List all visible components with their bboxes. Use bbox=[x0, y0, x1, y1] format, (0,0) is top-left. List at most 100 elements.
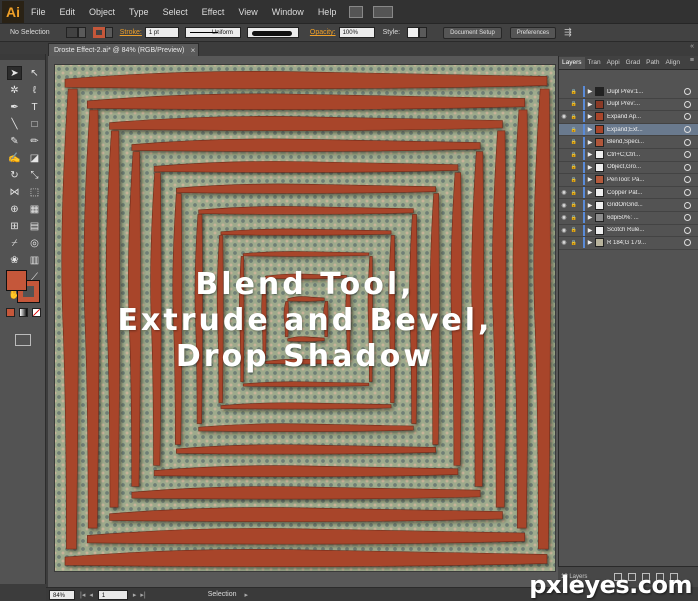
brush-definition-select[interactable] bbox=[246, 27, 299, 38]
stroke-profile-select[interactable]: Uniform bbox=[184, 27, 241, 38]
layer-name[interactable]: Scotch Rule... bbox=[604, 227, 684, 233]
menu-file[interactable]: File bbox=[24, 7, 53, 17]
layer-name[interactable]: Expand;Ext... bbox=[604, 127, 684, 133]
target-circle-icon[interactable] bbox=[684, 88, 691, 96]
target-circle-icon[interactable] bbox=[684, 189, 691, 197]
opacity-field[interactable]: 100% bbox=[338, 27, 375, 38]
arrange-panel-icon[interactable]: ⇶ bbox=[564, 27, 572, 38]
tab-transparency[interactable]: Tran bbox=[585, 57, 604, 69]
layer-name[interactable]: 6dpi50%: ... bbox=[604, 215, 684, 221]
none-mode-icon[interactable] bbox=[32, 308, 41, 317]
bridge-icon[interactable] bbox=[349, 5, 364, 18]
target-circle-icon[interactable] bbox=[684, 226, 691, 234]
arrange-documents-icon[interactable] bbox=[373, 5, 394, 18]
expand-layer-icon[interactable]: ▶ bbox=[585, 88, 595, 95]
eraser-tool-icon[interactable]: ◪ bbox=[27, 151, 42, 165]
gradient-tool-icon[interactable]: ▤ bbox=[27, 219, 42, 233]
target-circle-icon[interactable] bbox=[684, 151, 691, 159]
visibility-eye-icon[interactable]: ◉ bbox=[559, 189, 569, 196]
layer-name[interactable]: Dupl Prev:... bbox=[604, 101, 684, 107]
layer-row[interactable]: 🔒 ▶ Expand;Ext... bbox=[559, 123, 698, 137]
expand-layer-icon[interactable]: ▶ bbox=[585, 101, 595, 108]
layer-row[interactable]: 🔒 ▶ Dupl Prev:1... bbox=[559, 86, 698, 99]
lock-icon[interactable]: 🔒 bbox=[569, 227, 579, 233]
visibility-eye-icon[interactable]: ◉ bbox=[559, 202, 569, 209]
menu-type[interactable]: Type bbox=[122, 7, 156, 17]
layer-row[interactable]: ◉ 🔒 ▶ GridOnGrid... bbox=[559, 199, 698, 212]
blob-brush-tool-icon[interactable]: ✍ bbox=[7, 151, 22, 165]
layer-row[interactable]: 🔒 ▶ Blend,Speci... bbox=[559, 136, 698, 149]
visibility-eye-icon[interactable]: ◉ bbox=[559, 227, 569, 234]
document-setup-button[interactable]: Document Setup bbox=[443, 26, 502, 39]
column-graph-tool-icon[interactable]: ▥ bbox=[27, 253, 42, 267]
layer-row[interactable]: ◉ 🔒 ▶ 6dpi50%: ... bbox=[559, 212, 698, 225]
layer-row[interactable]: ◉ 🔒 ▶ Scotch Rule... bbox=[559, 224, 698, 238]
layer-row[interactable]: 🔒 ▶ PenTool: Pa... bbox=[559, 174, 698, 187]
screen-mode-icon[interactable] bbox=[15, 334, 31, 346]
visibility-eye-icon[interactable]: ◉ bbox=[559, 214, 569, 221]
layer-row[interactable]: ◉ 🔒 ▶ Expand Ap... bbox=[559, 111, 698, 124]
expand-layer-icon[interactable]: ▶ bbox=[585, 239, 595, 246]
expand-layer-icon[interactable]: ▶ bbox=[585, 202, 595, 209]
opacity-panel-link[interactable]: Opacity: bbox=[307, 29, 339, 36]
tab-pathfinder[interactable]: Path bbox=[643, 57, 662, 69]
visibility-eye-icon[interactable]: ◉ bbox=[559, 113, 569, 120]
layer-name[interactable]: PenTool: Pa... bbox=[604, 177, 684, 183]
scale-tool-icon[interactable]: ⤡ bbox=[27, 168, 42, 182]
eyedropper-tool-icon[interactable]: ⌿ bbox=[7, 236, 22, 250]
document-tab[interactable]: Droste Effect-2.ai* @ 84% (RGB/Preview) … bbox=[48, 43, 200, 56]
blend-tool-icon[interactable]: ◎ bbox=[27, 236, 42, 250]
expand-layer-icon[interactable]: ▶ bbox=[585, 113, 595, 120]
target-circle-icon[interactable] bbox=[684, 126, 691, 134]
rotate-tool-icon[interactable]: ↻ bbox=[7, 168, 22, 182]
layer-name[interactable]: Ctrl+C;Ctrl... bbox=[604, 152, 684, 158]
lock-icon[interactable]: 🔒 bbox=[569, 101, 579, 107]
fill-swatch[interactable] bbox=[6, 270, 27, 291]
target-circle-icon[interactable] bbox=[684, 176, 691, 184]
artboard[interactable]: Blend Tool, Extrude and Bevel, Drop Shad… bbox=[54, 64, 556, 572]
free-transform-tool-icon[interactable]: ⬚ bbox=[27, 185, 42, 199]
color-mode-icon[interactable] bbox=[6, 308, 15, 317]
target-circle-icon[interactable] bbox=[684, 138, 691, 146]
lock-icon[interactable]: 🔒 bbox=[569, 89, 579, 95]
menu-object[interactable]: Object bbox=[82, 7, 122, 17]
layer-row[interactable]: 🔒 ▶ Object,Gro... bbox=[559, 161, 698, 175]
pen-tool-icon[interactable]: ✒ bbox=[7, 100, 22, 114]
layer-name[interactable]: Copper Pat... bbox=[604, 190, 684, 196]
fill-color-swatch[interactable] bbox=[65, 27, 78, 38]
previous-artboard-icon[interactable]: ◂ bbox=[87, 591, 95, 599]
tab-layers[interactable]: Layers bbox=[559, 57, 585, 69]
first-artboard-icon[interactable]: |◂ bbox=[78, 591, 87, 599]
expand-layer-icon[interactable]: ▶ bbox=[585, 151, 595, 158]
target-circle-icon[interactable] bbox=[684, 239, 691, 247]
menu-select[interactable]: Select bbox=[156, 7, 195, 17]
target-circle-icon[interactable] bbox=[684, 100, 691, 108]
line-tool-icon[interactable]: ╲ bbox=[7, 117, 22, 131]
lock-icon[interactable]: 🔒 bbox=[569, 190, 579, 196]
expand-layer-icon[interactable]: ▶ bbox=[585, 164, 595, 171]
visibility-eye-icon[interactable]: ◉ bbox=[559, 239, 569, 246]
expand-layer-icon[interactable]: ▶ bbox=[585, 139, 595, 146]
target-circle-icon[interactable] bbox=[684, 214, 691, 222]
layer-name[interactable]: Object,Gro... bbox=[604, 164, 684, 170]
lock-icon[interactable]: 🔒 bbox=[569, 202, 579, 208]
lock-icon[interactable]: 🔒 bbox=[569, 127, 579, 133]
target-circle-icon[interactable] bbox=[684, 201, 691, 209]
layer-name[interactable]: Blend,Speci... bbox=[604, 139, 684, 145]
panel-collapse-icon[interactable]: « bbox=[690, 43, 694, 50]
last-artboard-icon[interactable]: ▸| bbox=[138, 591, 147, 599]
stroke-color-swatch[interactable] bbox=[92, 27, 105, 38]
direct-selection-tool-icon[interactable]: ↖ bbox=[27, 66, 42, 80]
fill-dropdown[interactable] bbox=[77, 27, 86, 38]
target-circle-icon[interactable] bbox=[684, 113, 691, 121]
layer-name[interactable]: Dupl Prev:1... bbox=[604, 89, 684, 95]
lock-icon[interactable]: 🔒 bbox=[569, 177, 579, 183]
stroke-weight-field[interactable]: 1 pt bbox=[144, 27, 179, 38]
menu-edit[interactable]: Edit bbox=[53, 7, 83, 17]
tab-gradient[interactable]: Grad bbox=[623, 57, 643, 69]
zoom-level-field[interactable]: 84% bbox=[49, 589, 75, 600]
lock-icon[interactable]: 🔒 bbox=[569, 152, 579, 158]
panel-menu-icon[interactable]: ≡ bbox=[690, 57, 694, 64]
tab-align[interactable]: Align bbox=[662, 57, 682, 69]
menu-help[interactable]: Help bbox=[311, 7, 344, 17]
